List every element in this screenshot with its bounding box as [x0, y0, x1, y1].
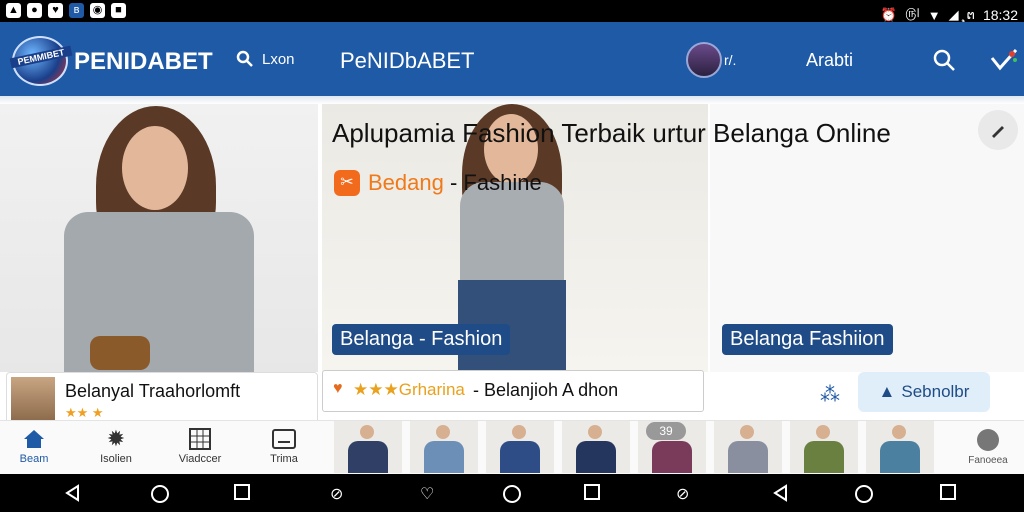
circle-app-icon: ●	[27, 3, 42, 18]
nav-label-grid: Viadccer	[178, 453, 222, 465]
hero-headline: Aplupamia Fashion Terbaik urtur Belanga …	[332, 118, 891, 148]
alarm-icon: ⏰	[880, 7, 898, 22]
sub-brand[interactable]: ✂ Bedang - Fashine	[334, 170, 542, 196]
nav-item-settings[interactable]: ✹ Isolien	[86, 425, 146, 465]
search-icon	[236, 50, 253, 67]
status-bar: ▲ ● ♥ ʙ ◉ ■ ⏰ ௫୤ ▼ ◢ ຸຕ 18:32	[0, 0, 1024, 23]
thumbnail-item[interactable]	[486, 421, 554, 473]
grid-icon	[189, 428, 211, 450]
sub-brand-highlight: Bedang	[368, 170, 444, 195]
image-icon: ▲	[6, 3, 21, 18]
recents-icon-2[interactable]	[584, 484, 600, 500]
thumbnail-item[interactable]	[714, 421, 782, 473]
nav-item-grid[interactable]: Viadccer	[170, 425, 230, 465]
nav-item-card[interactable]: Trima	[254, 425, 314, 465]
product-card-left[interactable]: Belanyal Traahorlomft ★★ ★	[6, 372, 318, 426]
notification-icons: ▲ ● ♥ ʙ ◉ ■	[6, 3, 126, 18]
heart-icon[interactable]: ♥	[333, 380, 343, 398]
model-face	[122, 126, 188, 210]
select-button[interactable]: ▲ Sebnolbr	[858, 372, 990, 412]
circle-app-icon-2: ◉	[90, 3, 105, 18]
people-icon[interactable]: ⁂	[820, 382, 840, 407]
category-tag-right[interactable]: Belanga Fashiion	[722, 324, 893, 355]
language-selector[interactable]: Arabti	[806, 50, 853, 71]
recents-icon-3[interactable]	[940, 484, 956, 500]
rating-label: ★★★Grharina	[353, 380, 465, 399]
thumbnail-item[interactable]	[790, 421, 858, 473]
sub-brand-rest: - Fashine	[449, 170, 542, 195]
bottom-navigation: Beam ✹ Isolien Viadccer Trima Fanoeea	[0, 420, 1024, 475]
app-logo-icon: ✂	[334, 170, 360, 196]
home-circle-icon[interactable]	[150, 484, 170, 504]
nav-label-home: Beam	[19, 453, 49, 465]
user-icon: ▲	[878, 382, 896, 401]
thumbnail-item[interactable]	[562, 421, 630, 473]
clock: 18:32	[982, 7, 1018, 23]
thumbnail-item[interactable]	[410, 421, 478, 473]
bluetooth-app-icon: ʙ	[69, 3, 84, 18]
back-icon-2[interactable]	[772, 484, 790, 502]
avatar-label: r/.	[724, 52, 737, 68]
wifi-icon: ▼	[927, 7, 941, 23]
count-badge: 39	[646, 422, 686, 440]
nav-item-home[interactable]: Beam	[4, 425, 64, 465]
rating-stars: ★★ ★	[65, 405, 104, 420]
logo-text: PEMMIBET	[9, 45, 73, 69]
heart-app-icon: ♥	[48, 3, 63, 18]
nav-label-settings: Isolien	[100, 453, 132, 465]
product-card-center[interactable]: ♥ ★★★Grharina - Belanjioh A dhon	[322, 370, 704, 412]
model-shirt	[460, 182, 564, 282]
product-title: - Belanjioh A dhon	[473, 380, 619, 400]
brand-title: PENIDABET	[74, 48, 213, 75]
select-button-label: Sebnolbr	[901, 382, 970, 401]
back-icon[interactable]	[64, 484, 82, 502]
product-title: Belanyal Traahorlomft	[65, 381, 241, 401]
more-icon	[977, 429, 999, 451]
avatar[interactable]	[686, 42, 722, 78]
logo[interactable]: PEMMIBET	[9, 36, 73, 86]
thumbnail-item[interactable]	[866, 421, 934, 473]
card-icon	[272, 429, 296, 449]
product-thumbnail-strip	[334, 421, 934, 473]
app-shortcut-icon[interactable]: ⊘	[330, 484, 343, 504]
edit-button[interactable]	[978, 110, 1018, 150]
gear-icon: ✹	[106, 426, 126, 451]
home-icon	[24, 430, 44, 448]
brand-secondary: PeNIDbABET	[340, 48, 475, 73]
battery-text: ຸຕ	[966, 7, 975, 22]
product-thumbnail	[11, 377, 55, 421]
app-shortcut-icon-2[interactable]: ⊘	[676, 484, 689, 504]
product-image-left[interactable]	[0, 104, 318, 372]
app-header: PEMMIBET PENIDABET Lxon PeNIDbABET r/. A…	[0, 22, 1024, 96]
pencil-icon	[992, 126, 1004, 138]
handbag	[90, 336, 150, 370]
home-circle-icon-3[interactable]	[854, 484, 874, 504]
verified-icon[interactable]	[990, 48, 1018, 72]
recents-icon[interactable]	[234, 484, 250, 500]
search-icon-header[interactable]	[932, 48, 956, 72]
square-app-icon: ■	[111, 3, 126, 18]
category-tag-left[interactable]: Belanga - Fashion	[332, 324, 511, 355]
nav-item-more[interactable]: Fanoeea	[960, 425, 1016, 466]
cell-signal-icon: ◢	[948, 7, 959, 22]
header-shadow	[0, 96, 1024, 104]
nav-label-more: Fanoeea	[968, 455, 1008, 466]
thumbnail-item[interactable]	[334, 421, 402, 473]
search-button[interactable]: Lxon	[236, 50, 295, 68]
nav-label-card: Trima	[270, 453, 298, 465]
home-circle-icon-2[interactable]	[502, 484, 522, 504]
system-navigation-bar: ⊘ ♡ ⊘	[0, 474, 1024, 512]
heart-outline-icon[interactable]: ♡	[420, 484, 434, 504]
search-label: Lxon	[262, 50, 295, 68]
